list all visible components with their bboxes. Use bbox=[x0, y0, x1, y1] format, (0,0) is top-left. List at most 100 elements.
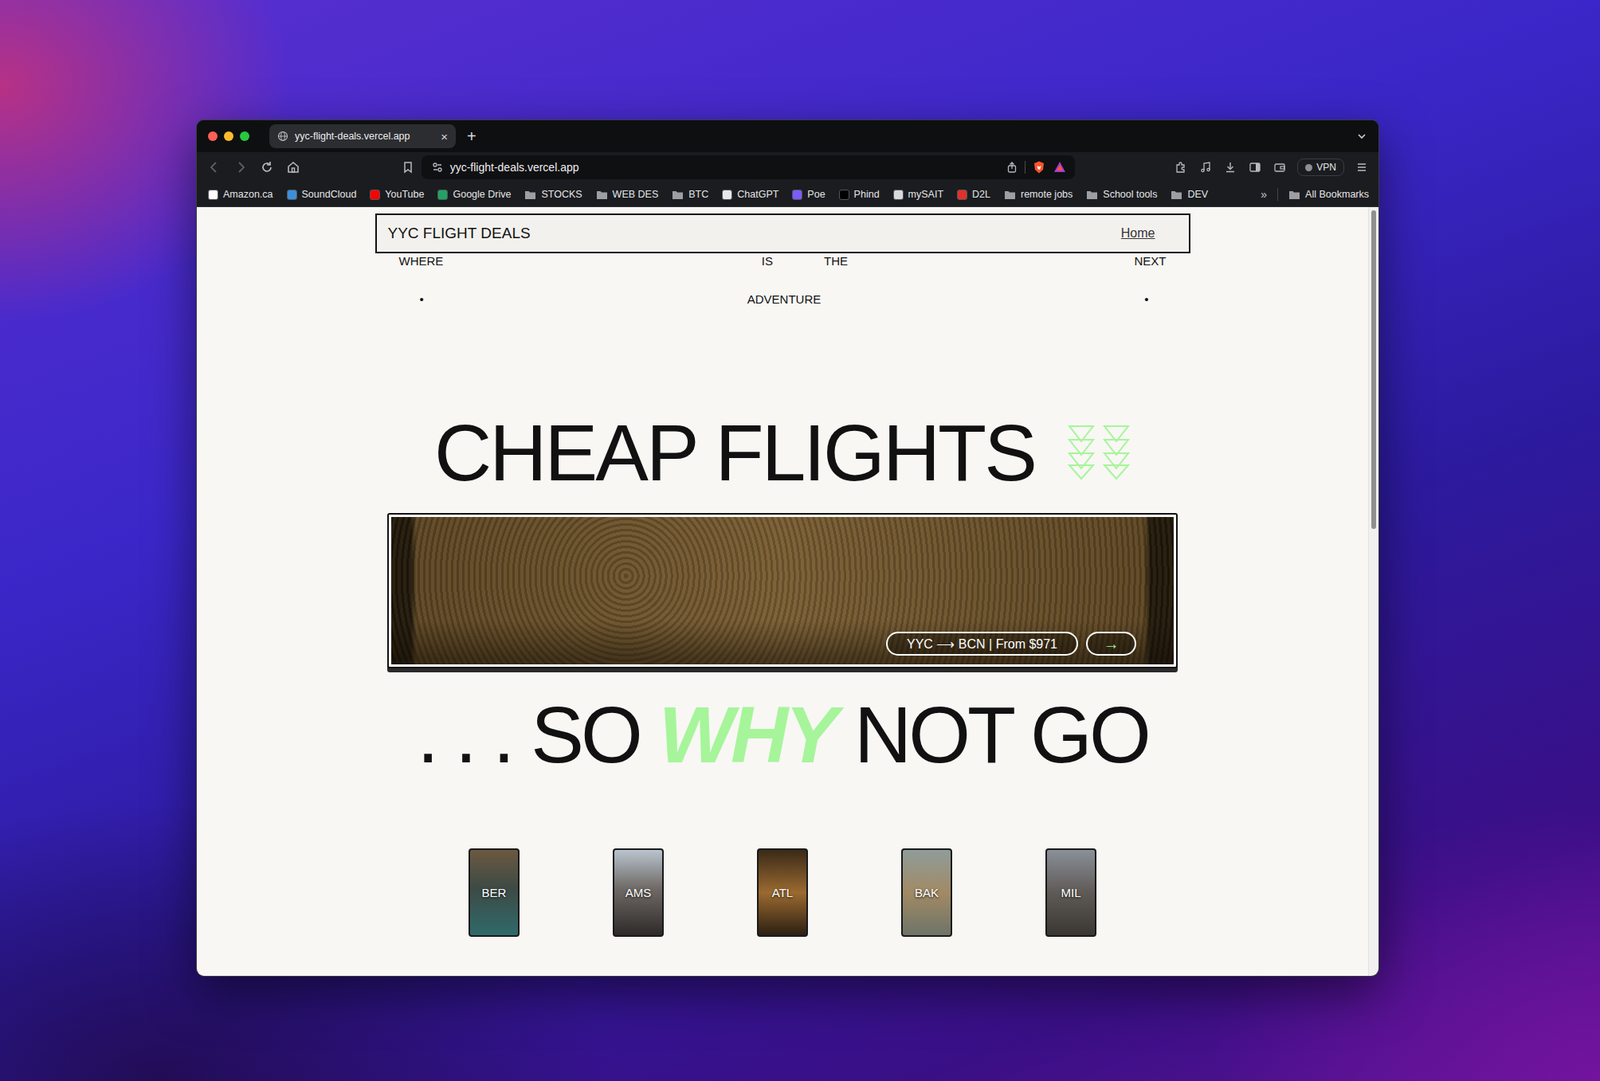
chevron-down-icon[interactable] bbox=[1356, 130, 1368, 142]
tagline-word: WHERE bbox=[399, 253, 444, 270]
bookmarks-bar: Amazon.ca SoundCloud YouTube Google Drive ST… bbox=[196, 182, 1379, 208]
bookmark-label: YouTube bbox=[384, 188, 424, 200]
browser-tab[interactable]: yyc-flight-deals.vercel.app × bbox=[269, 124, 456, 149]
headline: CHEAP FLIGHTS bbox=[434, 408, 1131, 497]
down-chevrons-icon bbox=[1066, 423, 1131, 482]
bookmark-label: SoundCloud bbox=[301, 188, 357, 200]
tagline-word: ADVENTURE bbox=[747, 291, 822, 308]
scrollbar-thumb[interactable] bbox=[1371, 210, 1377, 530]
new-tab-button[interactable]: + bbox=[466, 128, 477, 145]
tab-strip: yyc-flight-deals.vercel.app × + bbox=[196, 120, 1379, 153]
folder-icon bbox=[1003, 189, 1016, 200]
destination-code: MIL bbox=[1060, 886, 1081, 900]
bookmark-item[interactable]: STOCKS bbox=[524, 188, 582, 200]
destination-code: BER bbox=[482, 886, 507, 900]
site-favicon-icon bbox=[893, 189, 904, 200]
folder-icon bbox=[671, 189, 684, 200]
bookmark-item[interactable]: WEB DES bbox=[596, 188, 659, 200]
destination-code: BAK bbox=[914, 886, 939, 900]
site-logo[interactable]: YYC FLIGHT DEALS bbox=[388, 224, 531, 243]
bookmark-item[interactable]: School tools bbox=[1086, 188, 1157, 200]
brave-rewards-icon[interactable] bbox=[1052, 160, 1067, 175]
bookmark-label: DEV bbox=[1187, 188, 1208, 200]
bookmark-label: Amazon.ca bbox=[223, 188, 274, 200]
toolbar-actions: VPN bbox=[1173, 158, 1369, 177]
extensions-icon[interactable] bbox=[1173, 160, 1189, 175]
bookmark-label: remote jobs bbox=[1020, 188, 1073, 200]
site-favicon-icon bbox=[956, 189, 968, 200]
folder-icon bbox=[1170, 189, 1183, 200]
bookmark-item[interactable]: remote jobs bbox=[1003, 188, 1073, 200]
site-settings-icon[interactable] bbox=[431, 160, 444, 174]
nav-links: Home bbox=[1121, 226, 1156, 241]
menu-icon[interactable] bbox=[1354, 160, 1369, 175]
globe-icon bbox=[277, 130, 289, 142]
site-favicon-icon bbox=[369, 189, 381, 200]
tagline-group: IS THE bbox=[729, 253, 848, 270]
bookmark-item[interactable]: D2L bbox=[956, 188, 991, 200]
destination-list: BER AMS ATL BAK MIL bbox=[468, 848, 1097, 938]
folder-icon bbox=[596, 189, 608, 200]
separator bbox=[1277, 188, 1279, 201]
brave-shields-icon[interactable] bbox=[1031, 160, 1047, 175]
vpn-label: VPN bbox=[1316, 161, 1337, 173]
destination-card[interactable]: MIL bbox=[1045, 848, 1097, 938]
tagline-word: THE bbox=[823, 253, 848, 270]
bookmark-label: School tools bbox=[1102, 188, 1157, 200]
zoom-window-icon[interactable] bbox=[239, 131, 250, 142]
destination-card[interactable]: ATL bbox=[756, 848, 808, 938]
forward-arrow-icon[interactable] bbox=[232, 159, 249, 176]
download-icon[interactable] bbox=[1223, 160, 1238, 175]
destination-code: AMS bbox=[625, 886, 652, 900]
close-window-icon[interactable] bbox=[207, 131, 218, 142]
tagline-word: IS bbox=[761, 253, 773, 270]
bookmark-label: All Bookmarks bbox=[1305, 188, 1369, 200]
tagline-word: NEXT bbox=[1133, 253, 1166, 270]
vpn-status-icon bbox=[1305, 164, 1313, 172]
destination-card[interactable]: AMS bbox=[612, 848, 664, 938]
toolbar: yyc-flight-deals.vercel.app VPN bbox=[196, 152, 1379, 183]
subheadline: . . .SOWHYNOT GO bbox=[416, 690, 1148, 779]
all-bookmarks-item[interactable]: All Bookmarks bbox=[1288, 188, 1369, 200]
reload-icon[interactable] bbox=[258, 159, 275, 176]
bookmark-icon[interactable] bbox=[400, 160, 416, 175]
bookmark-item[interactable]: BTC bbox=[671, 188, 709, 200]
bookmark-item[interactable]: Google Drive bbox=[437, 188, 511, 200]
address-bar[interactable]: yyc-flight-deals.vercel.app bbox=[421, 155, 1075, 180]
subhead-word: SO bbox=[530, 690, 640, 779]
bookmark-item[interactable]: ChatGPT bbox=[721, 188, 779, 200]
tab-close-button[interactable]: × bbox=[440, 129, 448, 144]
media-icon[interactable] bbox=[1198, 160, 1213, 175]
back-arrow-icon[interactable] bbox=[206, 159, 223, 176]
bookmark-item[interactable]: SoundCloud bbox=[286, 188, 357, 200]
folder-icon bbox=[524, 189, 537, 200]
tagline-row: •ADVENTURE• bbox=[375, 291, 1191, 308]
bookmark-item[interactable]: DEV bbox=[1170, 188, 1208, 200]
bookmark-item[interactable]: YouTube bbox=[369, 188, 424, 200]
site-favicon-icon bbox=[721, 189, 733, 200]
bookmark-item[interactable]: Poe bbox=[792, 188, 825, 200]
more-bookmarks-button[interactable]: » bbox=[1260, 188, 1267, 201]
go-button[interactable]: → bbox=[1086, 631, 1137, 656]
bookmark-item[interactable]: mySAIT bbox=[893, 188, 944, 200]
nav-link[interactable]: Home bbox=[1121, 226, 1156, 240]
site-favicon-icon bbox=[207, 189, 219, 200]
featured-deal-card[interactable]: YYC ⟶ BCN | From $971 → bbox=[387, 513, 1178, 669]
bookmark-item[interactable]: Amazon.ca bbox=[207, 188, 274, 200]
wallet-icon[interactable] bbox=[1272, 160, 1287, 175]
site-favicon-icon bbox=[437, 189, 448, 200]
sidebar-icon[interactable] bbox=[1247, 160, 1263, 175]
destination-card[interactable]: BAK bbox=[901, 848, 953, 938]
route-price-badge[interactable]: YYC ⟶ BCN | From $971 bbox=[886, 631, 1079, 656]
home-icon[interactable] bbox=[285, 159, 302, 176]
bookmark-label: WEB DES bbox=[612, 188, 659, 200]
tagline-row: WHERE IS THE NEXT bbox=[375, 253, 1191, 270]
destination-card[interactable]: BER bbox=[468, 848, 520, 938]
vpn-button[interactable]: VPN bbox=[1297, 158, 1345, 177]
headline-text: CHEAP FLIGHTS bbox=[434, 408, 1036, 497]
minimize-window-icon[interactable] bbox=[223, 131, 234, 142]
tab-title: yyc-flight-deals.vercel.app bbox=[294, 130, 411, 142]
tagline-word: • bbox=[419, 291, 424, 308]
bookmark-item[interactable]: Phind bbox=[839, 188, 880, 200]
share-icon[interactable] bbox=[1005, 160, 1019, 174]
